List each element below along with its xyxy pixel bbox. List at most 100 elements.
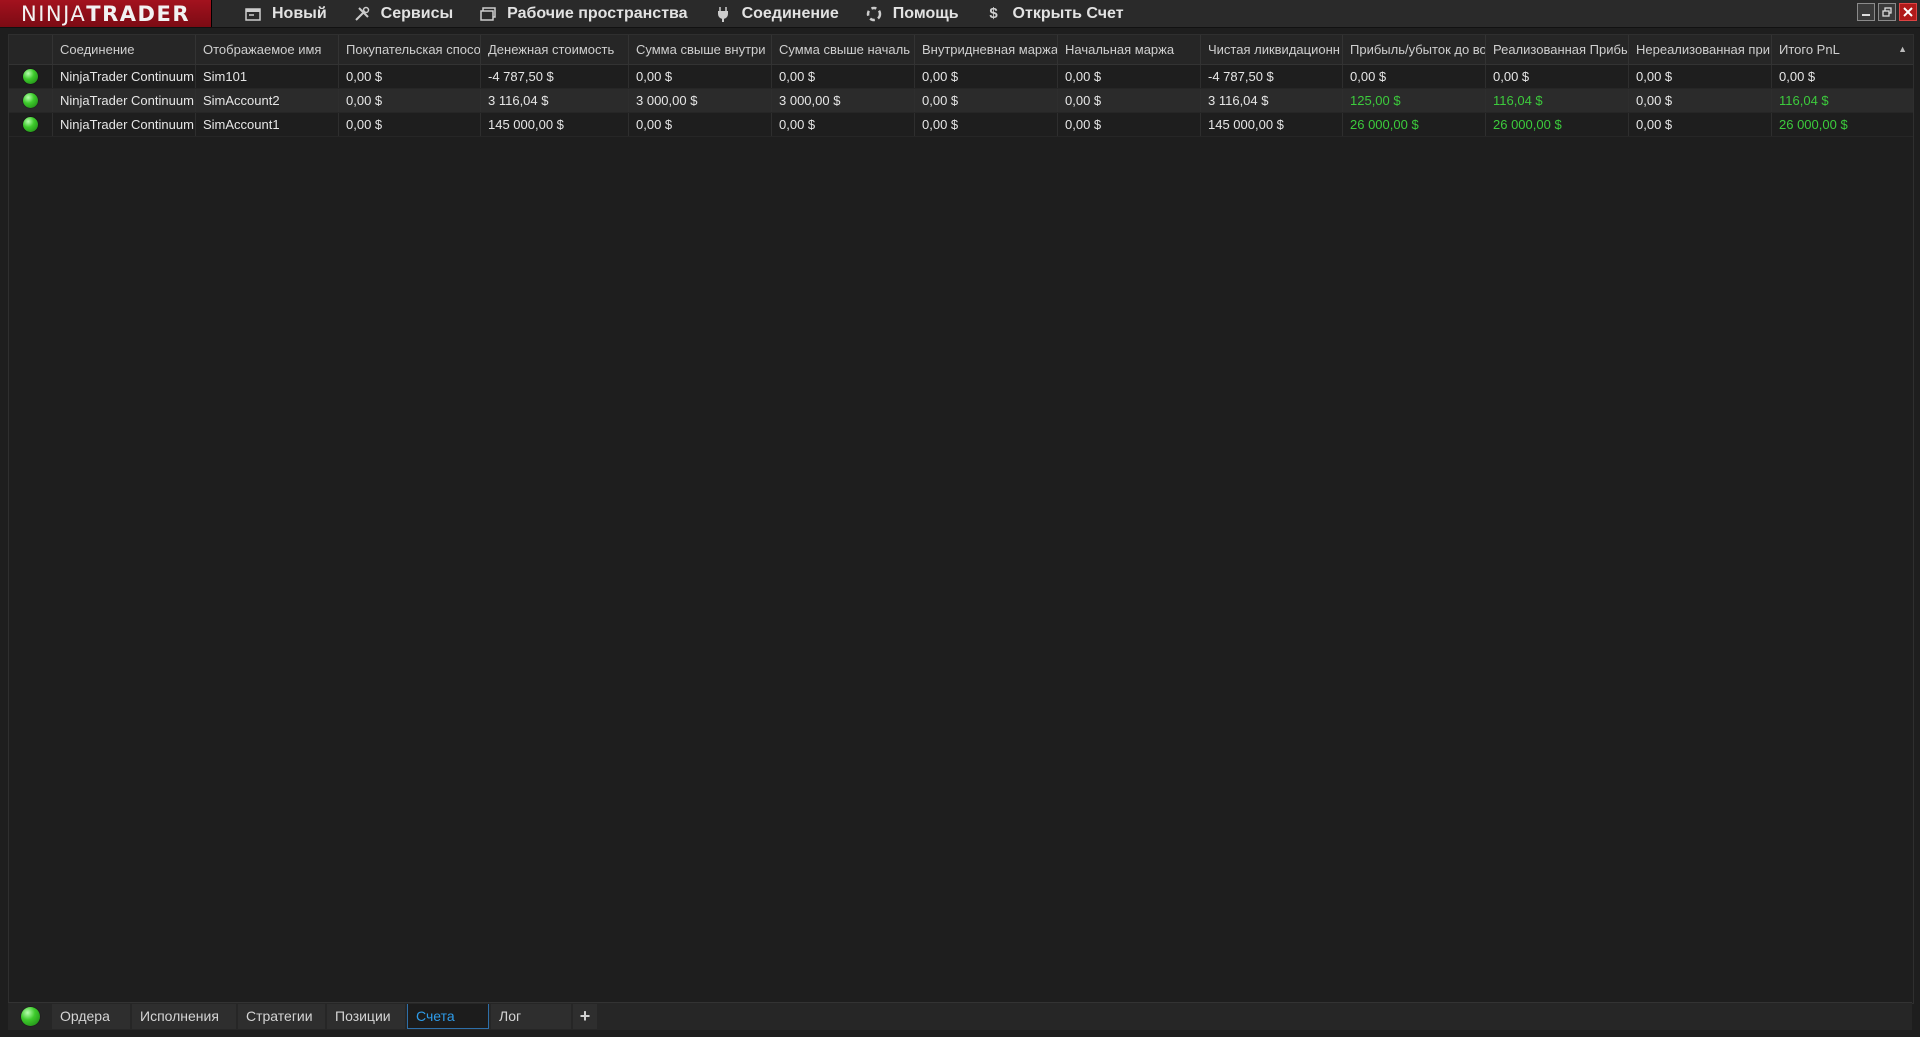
cell-excess-intraday: 0,00 $	[629, 113, 772, 136]
cell-unrealized-pnl: 0,00 $	[1629, 113, 1772, 136]
column-header-excess-initial[interactable]: Сумма свыше началь	[772, 35, 915, 64]
column-header-intraday-margin[interactable]: Внутридневная маржа	[915, 35, 1058, 64]
table-row[interactable]: NinjaTrader Continuum Sim101 0,00 $ -4 7…	[9, 65, 1913, 89]
tab-strategies[interactable]: Стратегии	[238, 1004, 325, 1029]
column-header-buying-power[interactable]: Покупательская спосо	[339, 35, 481, 64]
logo-text-trader: TRADER	[86, 1, 190, 26]
restore-icon	[1882, 7, 1892, 17]
cell-pnl-before: 26 000,00 $	[1343, 113, 1486, 136]
column-header-net-liquidation[interactable]: Чистая ликвидационн	[1201, 35, 1343, 64]
menu-workspaces-label: Рабочие пространства	[507, 4, 688, 22]
table-row[interactable]: NinjaTrader Continuum SimAccount2 0,00 $…	[9, 89, 1913, 113]
help-lifebuoy-icon	[865, 5, 883, 23]
close-icon	[1903, 7, 1913, 17]
cell-total-pnl: 116,04 $	[1779, 93, 1829, 108]
cell-realized-pnl: 26 000,00 $	[1486, 113, 1629, 136]
cell-intraday-margin: 0,00 $	[915, 113, 1058, 136]
tab-log[interactable]: Лог	[491, 1004, 571, 1029]
ninjatrader-logo: NINJA TRADER	[0, 0, 212, 27]
cell-connection: NinjaTrader Continuum	[53, 113, 196, 136]
plug-icon	[714, 5, 732, 23]
tools-icon	[353, 5, 371, 23]
menu-open-account-label: Открыть Счет	[1012, 4, 1124, 22]
menu-help-label: Помощь	[892, 4, 959, 22]
column-header-total-pnl-label: Итого PnL	[1779, 42, 1840, 57]
menu-new[interactable]: Новый	[232, 0, 341, 27]
close-button[interactable]	[1899, 3, 1917, 21]
menu-connection[interactable]: Соединение	[702, 0, 853, 27]
tab-accounts[interactable]: Счета	[407, 1004, 489, 1029]
cell-unrealized-pnl: 0,00 $	[1629, 65, 1772, 88]
tab-executions[interactable]: Исполнения	[132, 1004, 236, 1029]
column-header-unrealized-pnl[interactable]: Нереализованная при	[1629, 35, 1772, 64]
column-header-realized-pnl[interactable]: Реализованная Прибы	[1486, 35, 1629, 64]
connection-status-icon	[23, 93, 38, 108]
restore-button[interactable]	[1878, 3, 1896, 21]
add-tab-button[interactable]: +	[573, 1004, 597, 1029]
status-cell	[9, 113, 53, 136]
menu-workspaces[interactable]: Рабочие пространства	[467, 0, 701, 27]
cell-cash-value: 3 116,04 $	[481, 89, 629, 112]
cell-display-name: Sim101	[196, 65, 339, 88]
workspaces-icon	[479, 5, 497, 23]
dollar-icon: $	[989, 5, 998, 22]
window-controls	[1857, 3, 1917, 21]
cell-buying-power: 0,00 $	[339, 89, 481, 112]
accounts-grid: Соединение Отображаемое имя Покупательск…	[8, 34, 1914, 1004]
connection-status-icon	[20, 1007, 40, 1026]
cell-net-liquidation: -4 787,50 $	[1201, 65, 1343, 88]
cell-initial-margin: 0,00 $	[1058, 65, 1201, 88]
column-header-status[interactable]	[9, 35, 53, 64]
grid-header: Соединение Отображаемое имя Покупательск…	[9, 35, 1913, 65]
cell-intraday-margin: 0,00 $	[915, 89, 1058, 112]
column-header-cash-value[interactable]: Денежная стоимость	[481, 35, 629, 64]
menu-open-account[interactable]: $ Открыть Счет	[973, 0, 1138, 27]
cell-unrealized-pnl: 0,00 $	[1629, 89, 1772, 112]
minimize-icon	[1862, 14, 1870, 16]
column-header-total-pnl[interactable]: Итого PnL ▲	[1772, 35, 1913, 64]
main-menu: Новый Сервисы Рабочие пространства Соеди…	[232, 0, 1138, 27]
status-cell	[9, 89, 53, 112]
new-window-icon	[244, 5, 262, 23]
status-cell	[9, 65, 53, 88]
cell-excess-initial: 3 000,00 $	[772, 89, 915, 112]
menu-help[interactable]: Помощь	[853, 0, 973, 27]
cell-buying-power: 0,00 $	[339, 113, 481, 136]
logo-text-ninja: NINJA	[20, 1, 87, 26]
menu-new-label: Новый	[272, 4, 327, 22]
cell-display-name: SimAccount1	[196, 113, 339, 136]
cell-excess-initial: 0,00 $	[772, 113, 915, 136]
cell-realized-pnl: 0,00 $	[1486, 65, 1629, 88]
minimize-button[interactable]	[1857, 3, 1875, 21]
column-header-pnl-before[interactable]: Прибыль/убыток до во	[1343, 35, 1486, 64]
column-header-display-name[interactable]: Отображаемое имя	[196, 35, 339, 64]
cell-realized-pnl: 116,04 $	[1486, 89, 1629, 112]
column-header-initial-margin[interactable]: Начальная маржа	[1058, 35, 1201, 64]
bottom-tab-bar: Ордера Исполнения Стратегии Позиции Счет…	[8, 1002, 1912, 1030]
cell-net-liquidation: 3 116,04 $	[1201, 89, 1343, 112]
cell-initial-margin: 0,00 $	[1058, 113, 1201, 136]
table-row[interactable]: NinjaTrader Continuum SimAccount1 0,00 $…	[9, 113, 1913, 137]
menu-tools[interactable]: Сервисы	[341, 0, 467, 27]
cell-display-name: SimAccount2	[196, 89, 339, 112]
overall-status	[8, 1007, 52, 1026]
sort-ascending-icon: ▲	[1898, 44, 1907, 54]
tab-positions[interactable]: Позиции	[327, 1004, 405, 1029]
connection-status-icon	[23, 69, 38, 84]
cell-excess-intraday: 3 000,00 $	[629, 89, 772, 112]
cell-connection: NinjaTrader Continuum	[53, 65, 196, 88]
menu-tools-label: Сервисы	[380, 4, 454, 22]
cell-excess-intraday: 0,00 $	[629, 65, 772, 88]
cell-pnl-before: 0,00 $	[1343, 65, 1486, 88]
cell-excess-initial: 0,00 $	[772, 65, 915, 88]
cell-initial-margin: 0,00 $	[1058, 89, 1201, 112]
cell-total-pnl: 0,00 $	[1779, 69, 1816, 84]
column-header-connection[interactable]: Соединение	[53, 35, 196, 64]
cell-pnl-before: 125,00 $	[1343, 89, 1486, 112]
cell-intraday-margin: 0,00 $	[915, 65, 1058, 88]
cell-cash-value: -4 787,50 $	[481, 65, 629, 88]
cell-total-pnl: 26 000,00 $	[1779, 117, 1848, 132]
cell-cash-value: 145 000,00 $	[481, 113, 629, 136]
column-header-excess-intraday[interactable]: Сумма свыше внутри	[629, 35, 772, 64]
tab-orders[interactable]: Ордера	[52, 1004, 130, 1029]
